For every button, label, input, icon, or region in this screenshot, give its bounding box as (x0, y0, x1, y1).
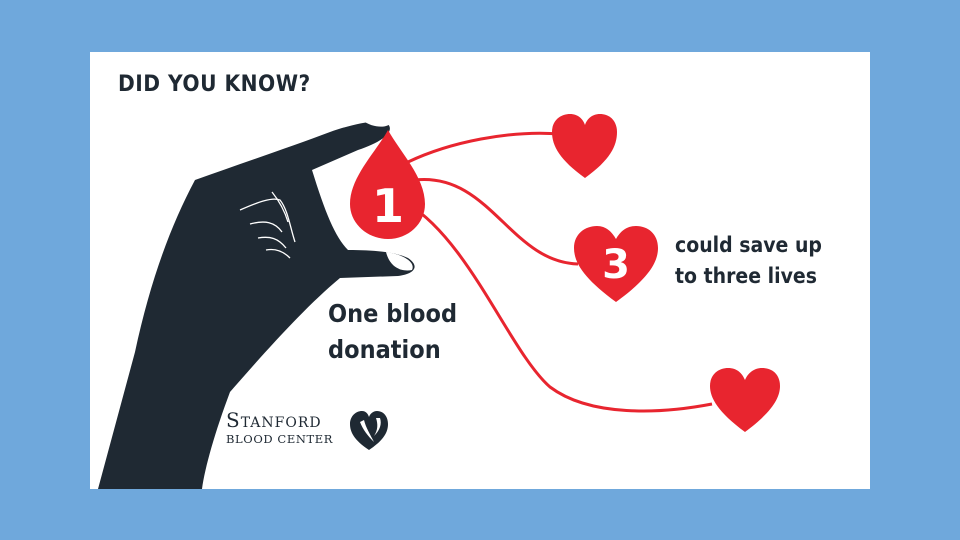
drop-number: 1 (372, 179, 404, 233)
heart-icon-top (552, 114, 617, 178)
heading: DID YOU KNOW? (118, 72, 311, 97)
logo-subtitle: BLOOD CENTER (226, 432, 333, 446)
heart-number: 3 (602, 242, 630, 288)
donation-caption: One blood donation (328, 296, 457, 368)
connector-lines (407, 131, 713, 413)
line-to-middle-heart (414, 178, 579, 266)
lives-caption: could save up to three lives (675, 230, 822, 292)
lives-line-2: to three lives (675, 264, 817, 288)
infographic-card: 1 3 DID YOU KNOW? One blood donation cou… (90, 52, 870, 489)
donation-line-1: One blood (328, 299, 458, 328)
heart-logo-icon (350, 411, 388, 450)
logo-name: Stanford (226, 408, 322, 432)
donation-line-2: donation (328, 335, 441, 364)
logo-wordmark: Stanford BLOOD CENTER (226, 408, 333, 446)
heart-icon-bottom (710, 368, 780, 432)
lives-line-1: could save up (675, 233, 822, 257)
line-to-top-heart (407, 131, 561, 164)
